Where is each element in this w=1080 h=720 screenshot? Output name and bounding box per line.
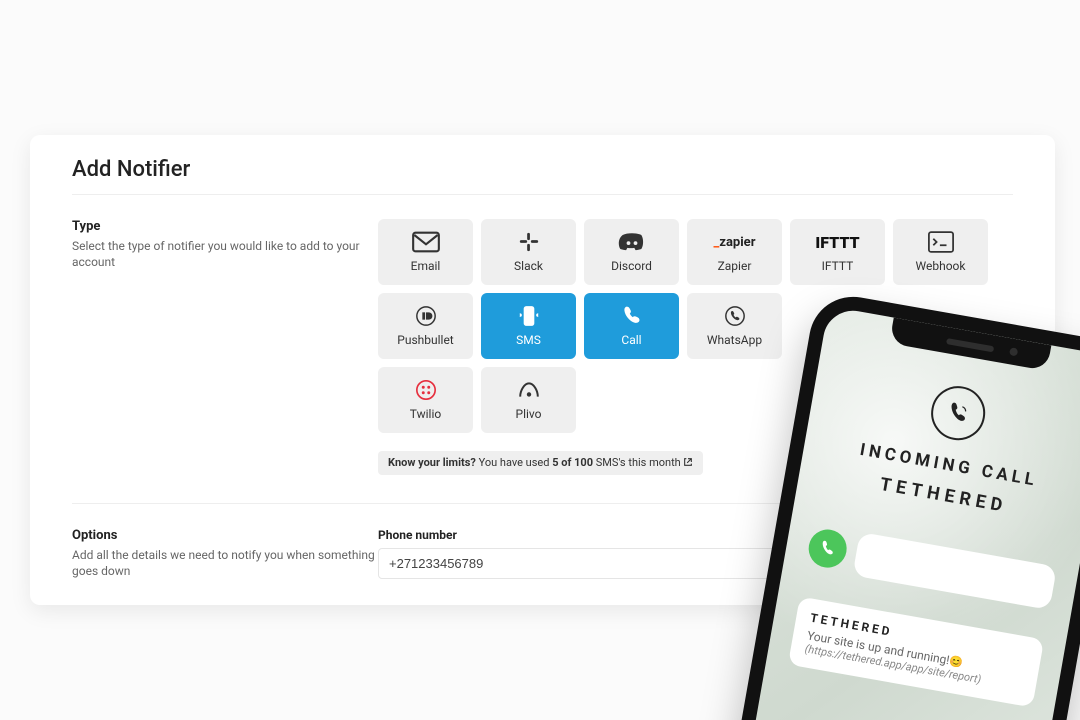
zapier-icon: _zapier (705, 231, 765, 253)
discord-icon (618, 231, 646, 253)
sms-icon (515, 305, 543, 327)
tile-label: Pushbullet (397, 333, 453, 347)
phone-answer-icon (806, 527, 850, 571)
tile-label: Email (411, 259, 441, 273)
tile-email[interactable]: Email (378, 219, 473, 285)
external-link-icon (683, 457, 693, 470)
tile-sms[interactable]: SMS (481, 293, 576, 359)
tile-webhook[interactable]: Webhook (893, 219, 988, 285)
options-description: Add all the details we need to notify yo… (72, 547, 378, 579)
options-heading: Options (72, 528, 378, 543)
tile-discord[interactable]: Discord (584, 219, 679, 285)
slack-icon (515, 231, 543, 253)
webhook-icon (927, 231, 955, 253)
tile-label: WhatsApp (707, 333, 762, 347)
tile-whatsapp[interactable]: WhatsApp (687, 293, 782, 359)
tile-label: Slack (514, 259, 543, 273)
tile-label: Zapier (718, 259, 752, 273)
plivo-icon (515, 379, 543, 401)
whatsapp-icon (721, 305, 749, 327)
call-icon (618, 305, 646, 327)
limits-pill[interactable]: Know your limits? You have used 5 of 100… (378, 451, 703, 475)
limits-prefix: Know your limits? (388, 456, 476, 469)
tile-slack[interactable]: Slack (481, 219, 576, 285)
tile-ifttt[interactable]: IFTTT IFTTT (790, 219, 885, 285)
tile-label: Plivo (516, 407, 542, 421)
page-title: Add Notifier (72, 157, 1013, 195)
type-description: Select the type of notifier you would li… (72, 238, 378, 270)
notification-card: TETHERED Your site is up and running!😊 (… (788, 596, 1044, 707)
tile-call[interactable]: Call (584, 293, 679, 359)
tile-label: IFTTT (822, 259, 854, 273)
tile-pushbullet[interactable]: Pushbullet (378, 293, 473, 359)
tile-label: Webhook (916, 259, 966, 273)
tile-label: Discord (611, 259, 652, 273)
ifttt-icon: IFTTT (809, 231, 867, 253)
phone-slider (852, 532, 1057, 610)
tile-plivo[interactable]: Plivo (481, 367, 576, 433)
tile-label: Twilio (410, 407, 441, 421)
tile-zapier[interactable]: _zapier Zapier (687, 219, 782, 285)
call-ring-icon (927, 382, 990, 445)
pushbullet-icon (412, 305, 440, 327)
type-heading: Type (72, 219, 378, 234)
limits-used: 5 of 100 (552, 456, 593, 469)
tile-label: SMS (516, 333, 541, 347)
twilio-icon (412, 379, 440, 401)
tile-twilio[interactable]: Twilio (378, 367, 473, 433)
tile-label: Call (621, 333, 641, 347)
email-icon (412, 231, 440, 253)
